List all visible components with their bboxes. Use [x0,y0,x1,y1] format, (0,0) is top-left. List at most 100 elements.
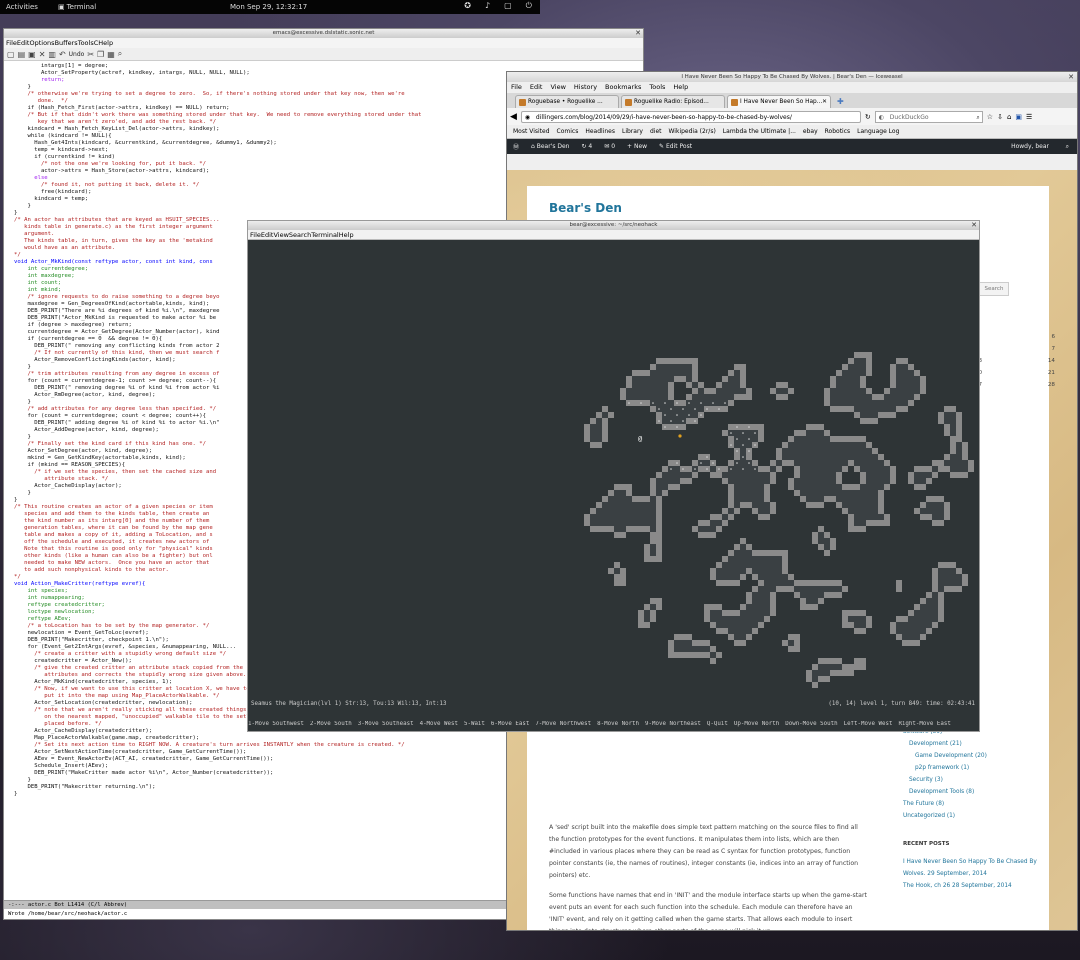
menu-item-help[interactable]: Help [98,38,113,48]
category-link[interactable]: Uncategorized (1) [903,810,1043,822]
tab-strip[interactable]: Roguebase • Roguelike ... Roguelike Radio… [507,93,1077,108]
terminal-menubar[interactable]: File Edit View Search Terminal Help [248,230,979,240]
menu-item-view[interactable]: View [550,82,565,93]
volume-icon[interactable]: ♪ [485,1,490,11]
recent-post-link[interactable]: The Hook, ch 26 28 September, 2014 [903,880,1043,892]
search-button[interactable]: Search [979,282,1009,296]
terminal-titlebar[interactable]: bear@excessive: ~/src/neohack ✕ [248,221,979,230]
addon-icon[interactable]: ▣ [1015,113,1022,121]
bookmark-item[interactable]: Headlines [585,128,615,135]
category-link[interactable]: Development (21) [903,738,1043,750]
bookmark-item[interactable]: Most Visited [513,128,550,135]
category-link[interactable]: Security (3) [903,774,1043,786]
undo-button[interactable]: Undo [69,51,85,58]
browser-menubar[interactable]: File Edit View History Bookmarks Tools Help [507,82,1077,93]
menu-item-edit[interactable]: Edit [530,82,543,93]
home-icon[interactable]: ⌂ [1007,113,1011,121]
bookmark-item[interactable]: diet [650,128,662,135]
bookmark-item[interactable]: Robotics [825,128,851,135]
new-file-icon[interactable]: ▢ [7,50,15,59]
category-link[interactable]: Game Development (20) [903,750,1043,762]
bookmark-item[interactable]: Wikipedia (2r/s) [669,128,716,135]
menu-icon[interactable]: ☰ [1026,113,1032,121]
menu-item-help[interactable]: Help [339,230,354,239]
bookmark-item[interactable]: Language Log [857,128,899,135]
calendar-day[interactable]: 7 [1051,346,1055,358]
undo-icon[interactable]: ↶ [59,50,66,59]
category-link[interactable]: Development Tools (8) [903,786,1043,798]
power-icon[interactable]: ⏻ [526,1,532,11]
bookmark-item[interactable]: Lambda the Ultimate |... [723,128,796,135]
menu-item-bookmarks[interactable]: Bookmarks [605,82,641,93]
close-icon[interactable]: ✕ [1068,72,1074,82]
blog-title[interactable]: Bear's Den [549,201,622,215]
emacs-toolbar[interactable]: ▢ ▤ ▣ ✕ ▥ ↶ Undo ✂ ❐ ▦ ⌕ [4,48,643,61]
calendar-day[interactable]: 6 [1051,334,1055,346]
copy-icon[interactable]: ❐ [97,50,104,59]
network-icon[interactable]: ▢ [504,1,512,11]
menu-item-terminal[interactable]: Terminal [311,230,338,239]
roguelike-map[interactable]: @ [248,240,979,700]
menu-item-search[interactable]: Search [289,230,311,239]
cut-icon[interactable]: ✂ [87,50,94,59]
tab-close-icon[interactable]: ✕ [822,96,827,108]
wp-howdy[interactable]: Howdy, bear [1011,143,1049,150]
calendar-day[interactable]: 21 [1048,370,1055,382]
clock[interactable]: Mon Sep 29, 12:32:17 [230,3,307,11]
menu-item-edit[interactable]: Edit [261,230,274,239]
search-icon[interactable]: ⌕ [118,49,122,59]
save-icon[interactable]: ▣ [28,50,36,59]
bookmarks-toolbar[interactable]: Most Visited Comics Headlines Library diet Wi… [507,125,1077,139]
menu-item-tools[interactable]: Tools [78,38,94,48]
activities-button[interactable]: Activities [0,3,44,11]
wp-edit-post[interactable]: ✎ Edit Post [659,143,692,150]
search-icon[interactable]: ⌕ [976,112,979,123]
new-tab-icon[interactable]: ✚ [837,97,844,106]
wp-updates[interactable]: ↻ 4 [581,143,592,150]
terminal-window[interactable]: bear@excessive: ~/src/neohack ✕ File Edit V… [247,220,980,732]
menu-item-history[interactable]: History [574,82,597,93]
menu-item-file[interactable]: File [250,230,261,239]
browser-tab[interactable]: Roguelike Radio: Episod... [621,95,725,108]
accessibility-icon[interactable]: ✪ [464,1,471,11]
save-as-icon[interactable]: ▥ [48,50,56,59]
menu-item-help[interactable]: Help [673,82,688,93]
back-icon[interactable]: ◀ [510,112,517,122]
navigation-bar[interactable]: ◀ ◉ dillingers.com/blog/2014/09/29/i-have… [507,108,1077,125]
bookmark-item[interactable]: ebay [803,128,818,135]
bookmark-item[interactable]: Library [622,128,643,135]
menu-item-options[interactable]: Options [29,38,54,48]
wp-site-link[interactable]: ⌂ Bear's Den [531,143,569,150]
browser-tab[interactable]: I Have Never Been So Hap... ✕ [727,95,831,108]
system-tray[interactable]: ✪ ♪ ▢ ⏻ [464,1,532,11]
calendar-day[interactable]: 28 [1048,382,1055,394]
emacs-menubar[interactable]: File Edit Options Buffers Tools C Help [4,38,643,48]
category-link[interactable]: p2p framework (1) [903,762,1043,774]
close-buffer-icon[interactable]: ✕ [39,50,46,59]
menu-item-file[interactable]: File [6,38,17,48]
downloads-icon[interactable]: ⇩ [997,113,1003,121]
recent-post-link[interactable]: I Have Never Been So Happy To Be Chased … [903,856,1043,880]
bookmark-star-icon[interactable]: ☆ [987,113,993,121]
wordpress-admin-bar[interactable]: Ⓦ ⌂ Bear's Den ↻ 4 ✉ 0 + New ✎ Edit Post… [507,139,1077,154]
close-icon[interactable]: ✕ [971,221,977,230]
menu-item-file[interactable]: File [511,82,522,93]
menu-item-edit[interactable]: Edit [17,38,30,48]
menu-item-view[interactable]: View [273,230,288,239]
emacs-titlebar[interactable]: emacs@excessive.dslstatic.sonic.net ✕ [4,29,643,38]
wp-comments[interactable]: ✉ 0 [604,143,615,150]
reload-icon[interactable]: ↻ [865,113,871,121]
close-icon[interactable]: ✕ [635,29,641,38]
menu-item-buffers[interactable]: Buffers [55,38,78,48]
browser-tab[interactable]: Roguebase • Roguelike ... [515,95,619,108]
app-menu[interactable]: ▣ Terminal [58,3,96,11]
browser-titlebar[interactable]: I Have Never Been So Happy To Be Chased … [507,72,1077,82]
category-link[interactable]: The Future (8) [903,798,1043,810]
menu-item-tools[interactable]: Tools [649,82,665,93]
url-bar[interactable]: ◉ dillingers.com/blog/2014/09/29/i-have-n… [520,110,861,123]
bookmark-item[interactable]: Comics [557,128,579,135]
wordpress-icon[interactable]: Ⓦ [513,142,519,151]
open-file-icon[interactable]: ▤ [18,50,26,59]
wp-new-button[interactable]: + New [627,143,647,150]
paste-icon[interactable]: ▦ [107,50,115,59]
